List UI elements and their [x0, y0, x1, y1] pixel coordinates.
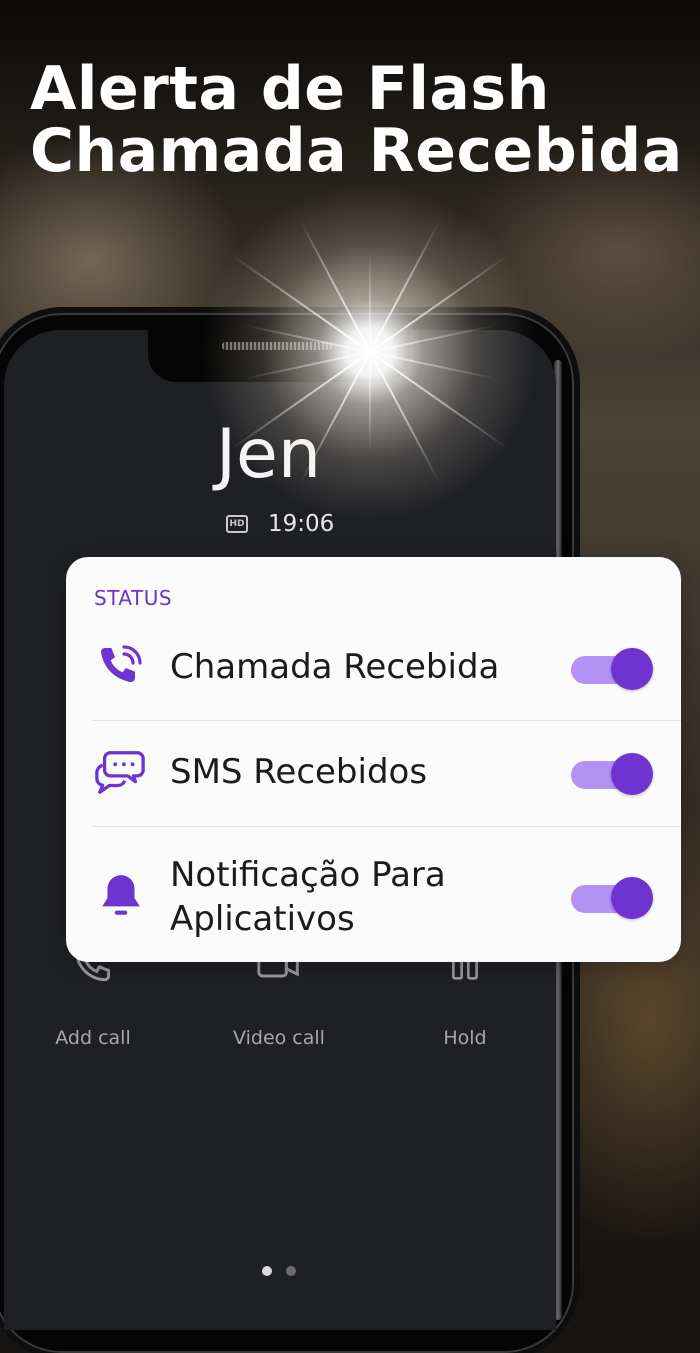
bell-icon — [96, 871, 146, 925]
page-dot-inactive[interactable] — [286, 1266, 296, 1276]
status-label-sms: SMS Recebidos — [170, 752, 428, 792]
promo-headline: Alerta de Flash Chamada Recebida — [30, 58, 683, 182]
toggle-sms[interactable] — [571, 753, 653, 795]
status-label-incoming-call: Chamada Recebida — [170, 647, 500, 687]
row-divider — [93, 720, 681, 721]
status-row-incoming-call[interactable]: Chamada Recebida — [66, 640, 681, 720]
status-row-sms[interactable]: SMS Recebidos — [66, 745, 681, 825]
headline-line-1: Alerta de Flash — [30, 54, 550, 124]
add-call-label: Add call — [55, 1027, 131, 1049]
status-card: STATUS Chamada Recebida SMS Recebidos No… — [66, 557, 681, 962]
toggle-thumb — [611, 877, 653, 919]
row-divider — [93, 826, 681, 827]
video-call-label: Video call — [233, 1027, 325, 1049]
hd-icon: HD — [226, 515, 248, 533]
page-dot-active[interactable] — [262, 1266, 272, 1276]
status-label-app-notifications: Notificação Para Aplicativos — [170, 855, 446, 939]
toggle-thumb — [611, 648, 653, 690]
incoming-call-icon — [96, 643, 144, 695]
hold-label: Hold — [443, 1027, 487, 1049]
headline-line-2: Chamada Recebida — [30, 116, 683, 186]
toggle-app-notifications[interactable] — [571, 877, 653, 919]
flash-ray — [369, 252, 371, 452]
toggle-thumb — [611, 753, 653, 795]
status-row-app-notifications[interactable]: Notificação Para Aplicativos — [66, 849, 681, 949]
status-title: STATUS — [94, 586, 173, 610]
chat-bubbles-icon — [93, 746, 147, 802]
toggle-incoming-call[interactable] — [571, 648, 653, 690]
page-indicator — [262, 1266, 310, 1276]
